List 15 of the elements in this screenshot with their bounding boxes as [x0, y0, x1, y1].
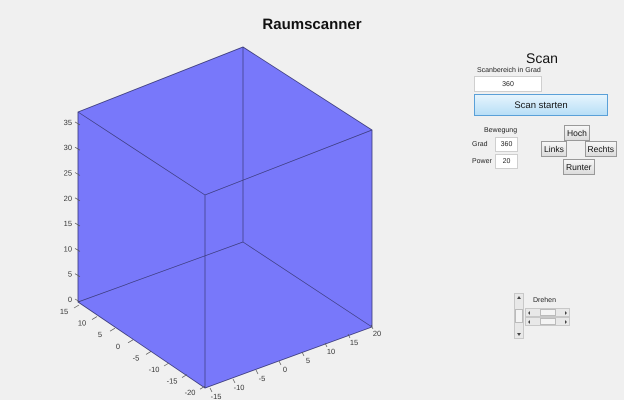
vertical-slider[interactable]: [514, 293, 524, 339]
horizontal-slider[interactable]: [525, 308, 570, 317]
plot-title: Raumscanner: [261, 15, 363, 35]
scan-start-button[interactable]: Scan starten: [474, 94, 608, 116]
slider-thumb[interactable]: [540, 318, 556, 325]
arrow-down-icon: [514, 331, 524, 338]
slider-thumb[interactable]: [540, 309, 556, 316]
right-button[interactable]: Rechts: [584, 141, 617, 157]
slider-thumb[interactable]: [515, 309, 523, 323]
arrow-up-icon: [514, 294, 524, 301]
horizontal-slider[interactable]: [525, 317, 570, 326]
scan-heading: Scan: [526, 50, 559, 66]
up-button[interactable]: Hoch: [564, 125, 590, 141]
down-button[interactable]: Runter: [563, 159, 595, 175]
left-button[interactable]: Links: [541, 141, 567, 157]
